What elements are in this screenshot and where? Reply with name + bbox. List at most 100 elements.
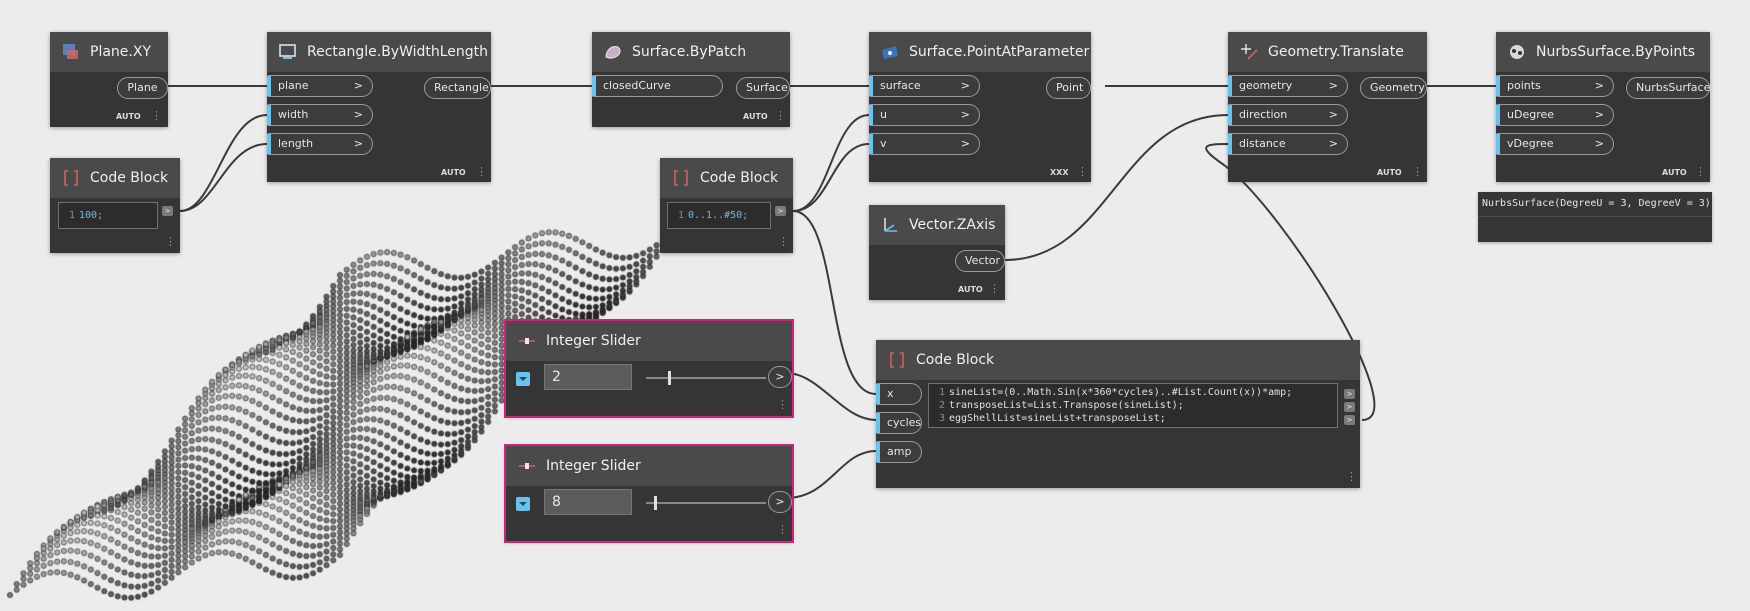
input-port-length[interactable]: length > (267, 133, 373, 155)
input-port-cycles[interactable]: cycles (876, 412, 922, 434)
nurbs-surface-icon (1506, 41, 1528, 63)
node-geometry-translate[interactable]: Geometry.Translate geometry > direction > … (1228, 32, 1427, 182)
node-surface-bypatch[interactable]: Surface.ByPatch closedCurve Surface AUTO… (592, 32, 790, 127)
code-text: sineList=(0..Math.Sin(x*360*cycles)..#Li… (949, 387, 1293, 398)
output-port-vector[interactable]: Vector (955, 250, 1005, 272)
node-menu-icon[interactable]: ⋮ (777, 524, 788, 536)
slider-value-field[interactable]: 8 (544, 489, 632, 515)
input-port-width[interactable]: width > (267, 104, 373, 126)
slider-thumb[interactable] (654, 496, 658, 510)
slider-value-field[interactable]: 2 (544, 364, 632, 390)
node-menu-icon[interactable]: ⋮ (775, 110, 786, 122)
node-menu-icon[interactable]: ⋮ (777, 399, 788, 411)
node-header[interactable]: Surface.PointAtParameter (869, 32, 1091, 72)
node-surface-pointatparameter[interactable]: Surface.PointAtParameter surface > u > v > … (869, 32, 1091, 182)
input-port-vdegree[interactable]: vDegree > (1496, 133, 1614, 155)
node-plane-xy[interactable]: Plane.XY Plane AUTO ⋮ (50, 32, 168, 127)
output-port-slider[interactable]: > (768, 366, 792, 388)
node-header[interactable]: Rectangle.ByWidthLength (267, 32, 491, 72)
input-port-points[interactable]: points > (1496, 75, 1614, 97)
port-label: v (880, 137, 887, 150)
node-vector-zaxis[interactable]: Vector.ZAxis Vector AUTO ⋮ (869, 205, 1005, 300)
port-label: geometry (1239, 79, 1293, 92)
output-port-nurbssurface[interactable]: NurbsSurface (1626, 77, 1710, 99)
input-port-u[interactable]: u > (869, 104, 980, 126)
node-menu-icon[interactable]: ⋮ (1412, 166, 1423, 178)
slider-expander-toggle[interactable] (516, 372, 530, 386)
output-port-code-block-1[interactable]: > (162, 206, 173, 216)
input-port-surface[interactable]: surface > (869, 75, 980, 97)
node-code-block-2[interactable]: Code Block 1 0..1..#50; > ⋮ (660, 158, 793, 253)
output-port-code-block-2[interactable]: > (775, 206, 786, 216)
node-preview-bubble[interactable]: NurbsSurface(DegreeU = 3, DegreeV = 3) (1478, 192, 1712, 242)
code-editor[interactable]: 1 0..1..#50; (667, 202, 771, 229)
slider-thumb[interactable] (667, 371, 671, 385)
node-header[interactable]: Plane.XY (50, 32, 168, 72)
node-header[interactable]: NurbsSurface.ByPoints (1496, 32, 1710, 72)
input-port-udegree[interactable]: uDegree > (1496, 104, 1614, 126)
node-header[interactable]: Geometry.Translate (1228, 32, 1427, 72)
input-port-plane[interactable]: plane > (267, 75, 373, 97)
preview-text: NurbsSurface(DegreeU = 3, DegreeV = 3) (1478, 192, 1712, 217)
node-header[interactable]: Integer Slider (506, 446, 792, 486)
node-menu-icon[interactable]: ⋮ (778, 236, 789, 248)
node-nurbssurface-bypoints[interactable]: NurbsSurface.ByPoints points > uDegree > v… (1496, 32, 1710, 182)
node-header[interactable]: Vector.ZAxis (869, 205, 1005, 245)
node-menu-icon[interactable]: ⋮ (1695, 166, 1706, 178)
node-title: Surface.PointAtParameter (909, 44, 1090, 60)
node-header[interactable]: Code Block (876, 340, 1360, 380)
node-title: Plane.XY (90, 44, 151, 60)
node-header[interactable]: Integer Slider (506, 321, 792, 361)
node-header[interactable]: Code Block (50, 158, 180, 198)
output-port-surface[interactable]: Surface (736, 77, 790, 99)
input-port-closedcurve[interactable]: closedCurve (592, 75, 723, 97)
input-port-x[interactable]: x (876, 383, 922, 405)
node-menu-icon[interactable]: ⋮ (165, 236, 176, 248)
node-title: Geometry.Translate (1268, 44, 1404, 60)
node-menu-icon[interactable]: ⋮ (476, 166, 487, 178)
output-port-slider[interactable]: > (768, 491, 792, 513)
node-header[interactable]: Surface.ByPatch (592, 32, 790, 72)
node-header[interactable]: Code Block (660, 158, 793, 198)
slider-track[interactable] (646, 377, 766, 379)
port-arrow-icon: > (1328, 79, 1338, 92)
node-integer-slider-2[interactable]: Integer Slider 8 > ⋮ (504, 444, 794, 543)
node-code-block-1[interactable]: Code Block 1 100; > ⋮ (50, 158, 180, 253)
node-title: Integer Slider (546, 333, 641, 349)
port-arrow-icon: > (1594, 79, 1604, 92)
node-rectangle-bywidthlength[interactable]: Rectangle.ByWidthLength plane > width > le… (267, 32, 491, 182)
input-port-v[interactable]: v > (869, 133, 980, 155)
input-port-direction[interactable]: direction > (1228, 104, 1348, 126)
node-menu-icon[interactable]: ⋮ (151, 110, 162, 122)
node-menu-icon[interactable]: ⋮ (989, 283, 1000, 295)
output-port-geometry[interactable]: Geometry (1360, 77, 1427, 99)
node-title: Surface.ByPatch (632, 44, 747, 60)
node-integer-slider-1[interactable]: Integer Slider 2 > ⋮ (504, 319, 794, 418)
output-port-plane[interactable]: Plane (117, 77, 168, 99)
node-menu-icon[interactable]: ⋮ (1346, 471, 1357, 483)
node-menu-icon[interactable]: ⋮ (1077, 166, 1088, 178)
port-label: surface (880, 79, 921, 92)
graph-canvas[interactable]: Plane.XY Plane AUTO ⋮ Rectangle.ByWidthL… (0, 0, 1750, 611)
node-code-block-3[interactable]: Code Block x cycles amp 1 sineList=(0..Ma… (876, 340, 1360, 488)
code-text: 0..1..#50; (688, 210, 749, 221)
slider-track[interactable] (646, 502, 766, 504)
port-arrow-icon: > (1328, 137, 1338, 150)
port-label: distance (1239, 137, 1286, 150)
input-port-geometry[interactable]: geometry > (1228, 75, 1348, 97)
port-arrow-icon: > (1594, 137, 1604, 150)
port-label: u (880, 108, 887, 121)
output-port-point[interactable]: Point (1046, 77, 1091, 99)
output-port-rectangle[interactable]: Rectangle (424, 77, 491, 99)
rectangle-icon (277, 41, 299, 63)
port-arrow-icon: > (960, 108, 970, 121)
port-arrow-icon: > (960, 79, 970, 92)
input-port-amp[interactable]: amp (876, 441, 922, 463)
output-port-eggshelllist[interactable]: > (1344, 415, 1355, 425)
input-port-distance[interactable]: distance > (1228, 133, 1348, 155)
code-editor[interactable]: 1 100; (58, 202, 158, 229)
output-port-sinelist[interactable]: > (1344, 389, 1355, 399)
slider-expander-toggle[interactable] (516, 497, 530, 511)
output-port-transposelist[interactable]: > (1344, 402, 1355, 412)
code-editor[interactable]: 1 sineList=(0..Math.Sin(x*360*cycles)..#L… (928, 383, 1338, 428)
